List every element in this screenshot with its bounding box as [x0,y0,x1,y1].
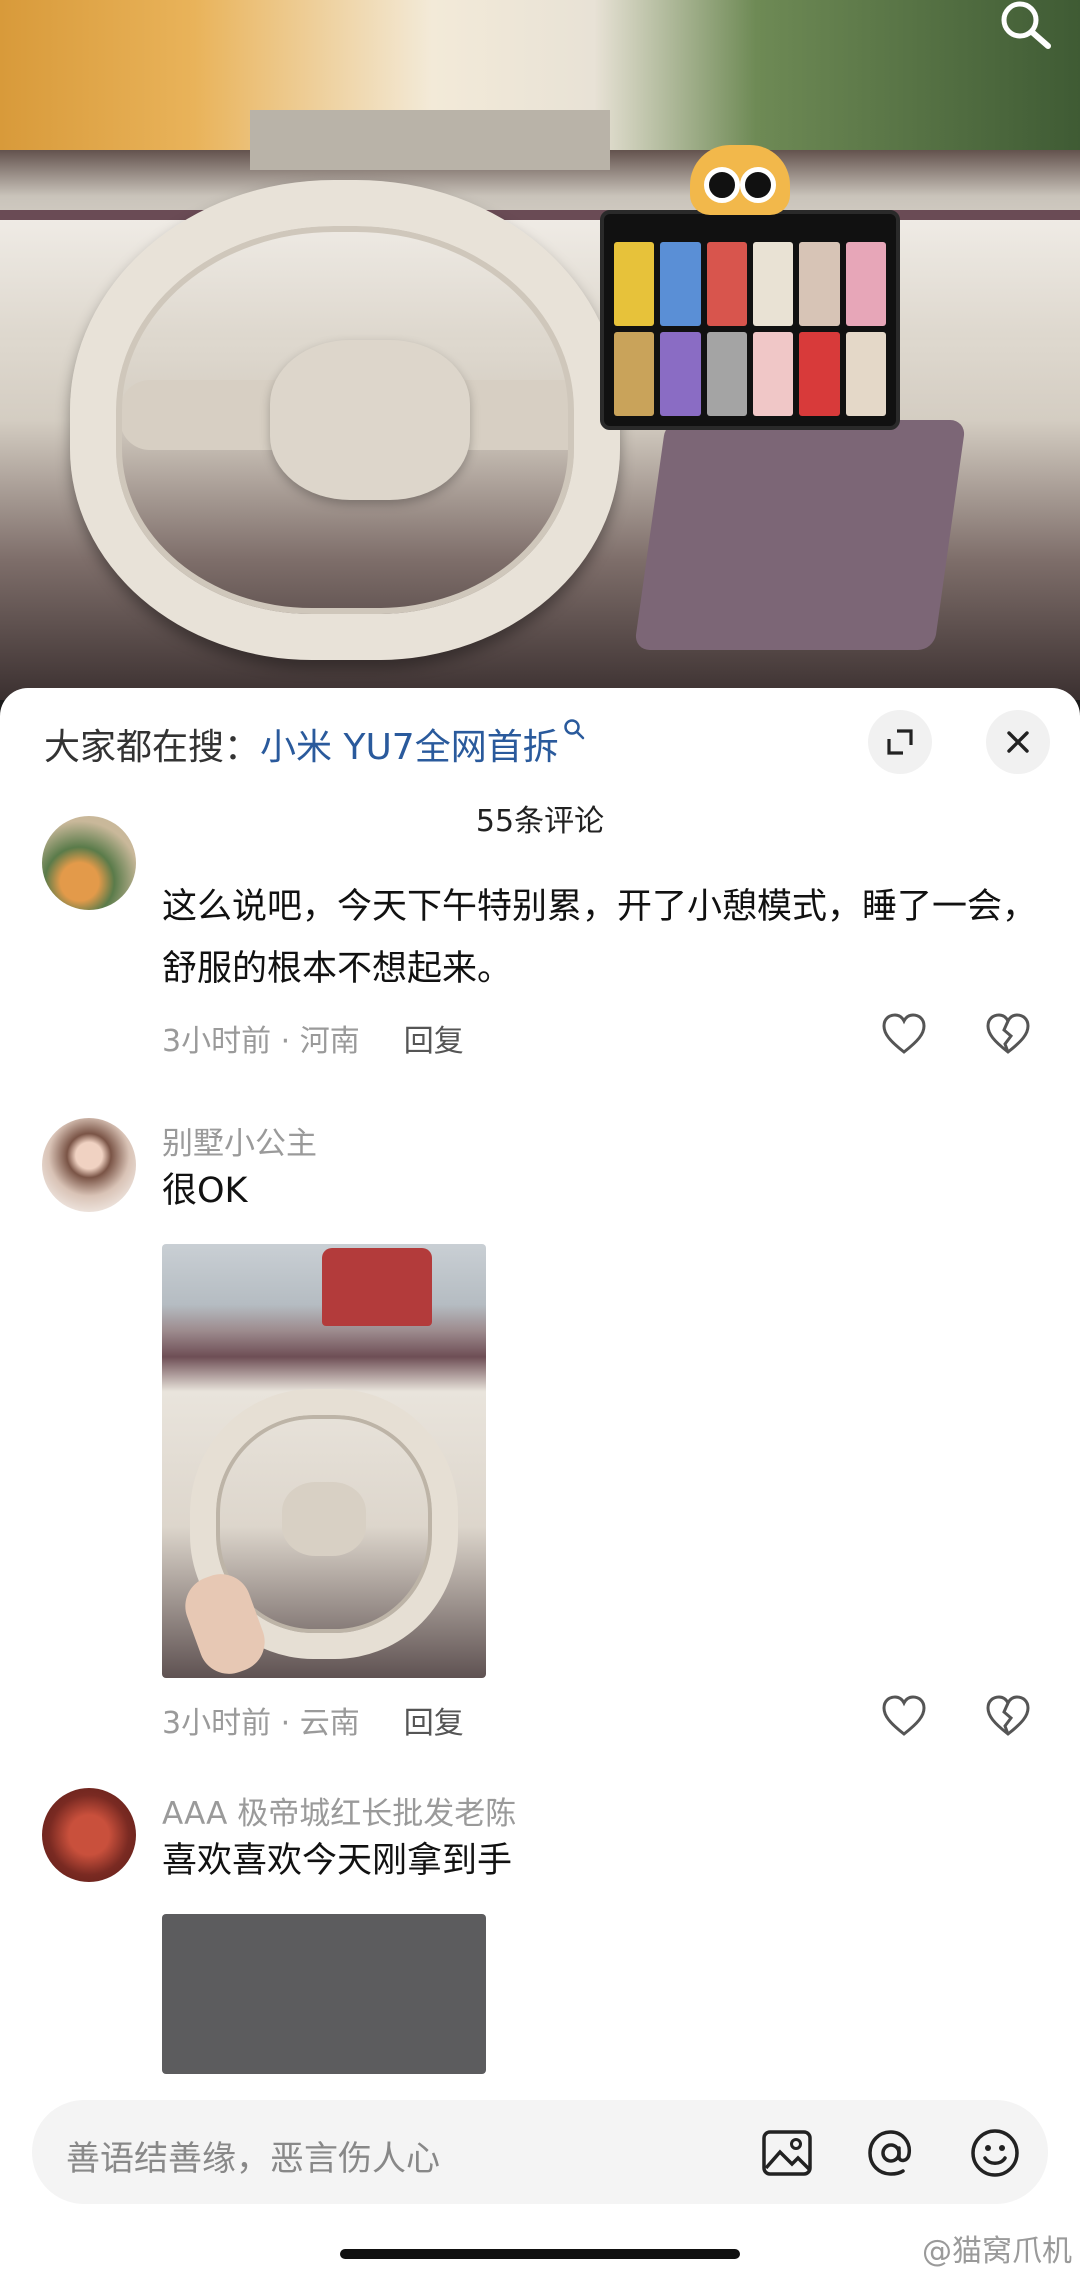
photo-wheel-hub [270,340,470,500]
photo-center-console [633,420,967,650]
reply-button[interactable]: 回复 [404,1024,464,1059]
photo-wheel-hub [282,1482,366,1556]
photo-center-screen [600,210,900,430]
expand-button[interactable] [868,710,932,774]
close-button[interactable] [986,710,1050,774]
comment-photo-car-interior [162,1244,486,1678]
watermark: @猫窝爪机 [922,2234,1072,2269]
avatar[interactable] [42,1788,136,1882]
avatar[interactable] [42,1118,136,1212]
comment-text: 喜欢喜欢今天刚拿到手 [162,1841,513,1881]
comment-count: 55条评论 [475,804,605,839]
search-hint-prefix: 大家都在搜： [44,727,261,768]
image-picker-icon[interactable] [760,2126,814,2180]
comment-meta: 3小时前 · 河南 回复 [162,1016,464,1060]
comment-input-bar[interactable]: 善语结善缘，恶言伤人心 [32,2100,1048,2204]
comment-meta: 3小时前 · 云南 回复 [162,1698,464,1742]
comment-time-location: 3小时前 · 云南 [162,1706,360,1741]
dislike-broken-heart-icon[interactable] [984,1010,1032,1058]
search-icon[interactable] [994,0,1058,50]
close-icon [1007,731,1029,753]
username[interactable]: 别墅小公主 [162,1118,317,1163]
like-heart-icon[interactable] [880,1692,928,1740]
post-photo[interactable] [0,0,1080,700]
comment-input-placeholder[interactable]: 善语结善缘，恶言伤人心 [66,2131,440,2180]
username[interactable]: AAA 极帝城红长批发老陈 [162,1788,516,1833]
avatar[interactable] [42,816,136,910]
comment-image-placeholder [162,1914,486,2074]
comment-time-location: 3小时前 · 河南 [162,1024,360,1059]
comment-image[interactable] [162,1244,486,1678]
photo-red-car [322,1248,432,1326]
photo-toy [690,145,790,215]
comment-text: 很OK [162,1171,248,1211]
reply-button[interactable]: 回复 [404,1706,464,1741]
like-heart-icon[interactable] [880,1010,928,1058]
trending-search-hint[interactable]: 大家都在搜：小米 YU7全网首拆 [44,718,585,770]
comment-text: 这么说吧，今天下午特别累，开了小憩模式，睡了一会，舒服的根本不想起来。 [162,887,1038,989]
dislike-broken-heart-icon[interactable] [984,1692,1032,1740]
emoji-icon[interactable] [968,2126,1022,2180]
comment-sheet: 大家都在搜：小米 YU7全网首拆 55条评论 这么说吧，今天下午特别累，开了小憩… [0,688,1080,2270]
search-small-icon [563,719,584,740]
mention-at-icon[interactable] [864,2126,918,2180]
expand-icon [887,729,913,755]
comment-image[interactable] [162,1914,486,2074]
search-hint-keyword[interactable]: 小米 YU7全网首拆 [260,727,559,768]
photo-road [250,110,610,170]
home-indicator[interactable] [340,2249,740,2259]
